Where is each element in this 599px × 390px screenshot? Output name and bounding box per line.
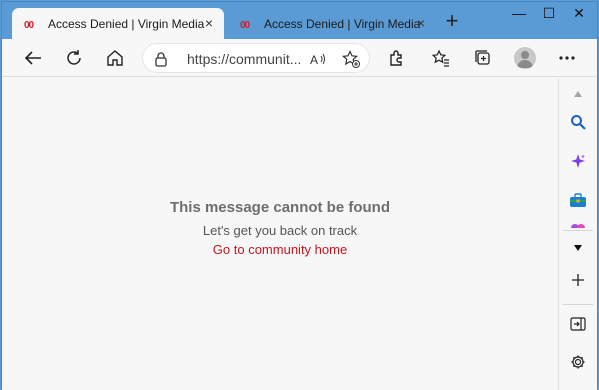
read-aloud-icon[interactable]: A bbox=[309, 49, 329, 69]
tab-close-icon[interactable]: × bbox=[414, 16, 428, 30]
sidebar-settings-icon[interactable] bbox=[564, 350, 592, 374]
tab-title: Access Denied | Virgin Media C bbox=[48, 16, 208, 31]
minimize-button[interactable]: — bbox=[504, 2, 534, 26]
back-icon[interactable] bbox=[20, 45, 46, 71]
close-button[interactable]: ✕ bbox=[564, 2, 594, 26]
url-text[interactable]: https://communit... bbox=[187, 51, 301, 67]
svg-text:00: 00 bbox=[24, 20, 35, 29]
profile-avatar[interactable] bbox=[514, 47, 536, 69]
sidebar-search-icon[interactable] bbox=[564, 110, 592, 134]
refresh-icon[interactable] bbox=[61, 45, 87, 71]
error-title: This message cannot be found bbox=[169, 199, 391, 216]
sidebar-tools-icon[interactable] bbox=[564, 188, 592, 212]
page-content: This message cannot be found Let's get y… bbox=[2, 78, 558, 390]
tab-title: Access Denied | Virgin Media C bbox=[264, 16, 424, 31]
tab-strip: 00 Access Denied | Virgin Media C × 00 A… bbox=[2, 2, 597, 39]
maximize-button[interactable]: ☐ bbox=[534, 2, 564, 26]
community-home-link[interactable]: Go to community home bbox=[2, 242, 558, 257]
add-favorite-icon[interactable] bbox=[341, 49, 361, 69]
browser-window: 00 Access Denied | Virgin Media C × 00 A… bbox=[1, 1, 598, 390]
collections-icon[interactable] bbox=[470, 45, 496, 71]
tab-inactive[interactable]: 00 Access Denied | Virgin Media C × bbox=[228, 8, 436, 39]
sidebar-hide-panel-icon[interactable] bbox=[564, 312, 592, 336]
favorites-icon[interactable] bbox=[428, 45, 454, 71]
edge-sidebar bbox=[558, 78, 597, 390]
virgin-media-favicon-icon: 00 bbox=[240, 19, 254, 29]
extensions-icon[interactable] bbox=[384, 45, 410, 71]
sidebar-scroll-down-icon[interactable] bbox=[564, 236, 592, 260]
sidebar-games-icon[interactable] bbox=[564, 218, 592, 228]
sidebar-divider bbox=[563, 230, 593, 231]
sidebar-divider bbox=[563, 304, 593, 305]
sidebar-copilot-icon[interactable] bbox=[564, 149, 592, 173]
svg-text:A: A bbox=[310, 53, 318, 66]
toolbar: https://communit... A bbox=[2, 39, 597, 77]
svg-text:00: 00 bbox=[240, 20, 251, 29]
sidebar-scroll-up-icon[interactable] bbox=[564, 82, 592, 106]
error-subtitle: Let's get you back on track bbox=[202, 223, 358, 238]
more-options-icon[interactable] bbox=[554, 45, 580, 71]
tab-close-icon[interactable]: × bbox=[202, 16, 216, 30]
address-bar[interactable]: https://communit... A bbox=[142, 43, 370, 73]
virgin-media-favicon-icon: 00 bbox=[24, 19, 38, 29]
new-tab-button[interactable]: + bbox=[442, 10, 462, 32]
lock-icon[interactable] bbox=[153, 51, 169, 67]
sidebar-add-icon[interactable] bbox=[564, 268, 592, 292]
home-icon[interactable] bbox=[102, 45, 128, 71]
tab-active[interactable]: 00 Access Denied | Virgin Media C × bbox=[12, 8, 224, 39]
